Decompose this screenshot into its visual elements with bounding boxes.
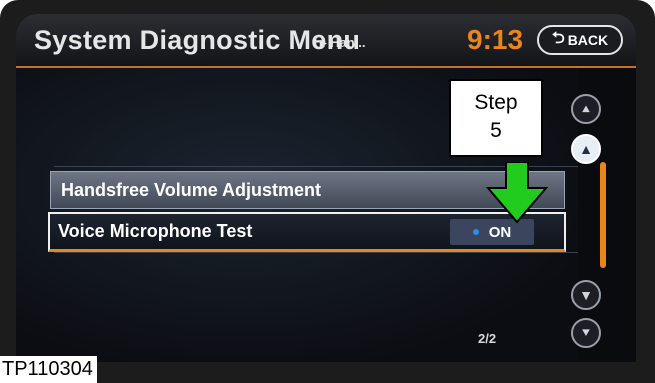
scroll-down-icon[interactable]: ▼: [571, 280, 601, 310]
menu-item-label: Handsfree Volume Adjustment: [61, 180, 322, 200]
step-number: 5: [490, 119, 502, 142]
step-label: Step: [474, 91, 518, 114]
figure-code: TP110304: [0, 356, 97, 383]
breadcrumb: ▸ Han...: [320, 35, 366, 50]
page-up-icon[interactable]: ⯅: [571, 94, 601, 124]
step-callout: Step 5: [449, 79, 543, 157]
header-bar: System Diagnostic Menu ▸ Han... 9:13 ⮌ B…: [16, 14, 636, 68]
menu-item-label: Voice Microphone Test: [58, 221, 253, 241]
clock: 9:13: [467, 24, 524, 55]
page-down-icon[interactable]: ⯆: [571, 318, 601, 348]
down-arrow-icon: [486, 162, 548, 224]
scrollbar[interactable]: [600, 162, 606, 268]
indicator-dot-icon: [472, 229, 479, 235]
page-indicator: 2/2: [478, 331, 497, 346]
back-button-label: BACK: [567, 32, 609, 48]
scroll-up-icon[interactable]: ▲: [571, 134, 601, 164]
back-arrow-icon: ⮌: [551, 29, 565, 47]
page-title: System Diagnostic Menu: [34, 25, 361, 55]
toggle-state: ON: [488, 223, 512, 241]
back-button[interactable]: ⮌ BACK: [537, 25, 623, 55]
